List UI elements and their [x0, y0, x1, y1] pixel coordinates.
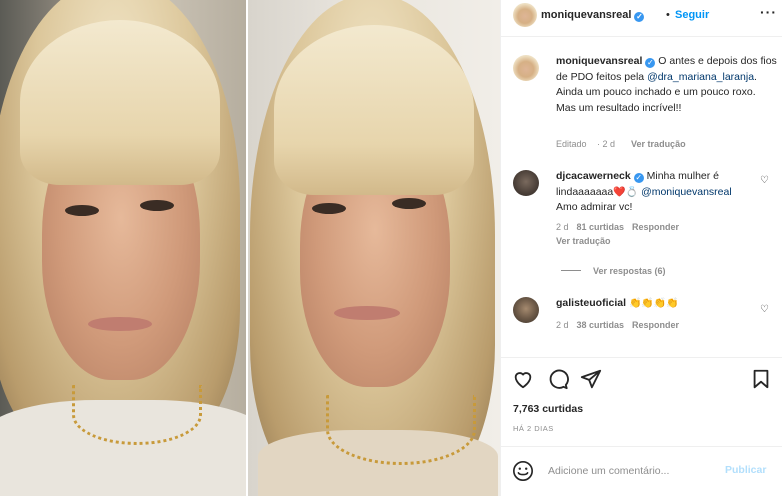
comment-like-heart-icon[interactable]: ♡: [760, 175, 769, 186]
comment-like-heart-icon[interactable]: ♡: [760, 304, 769, 315]
caption-username[interactable]: moniquevansreal: [556, 55, 642, 67]
comment-likes-count[interactable]: 81 curtidas: [577, 222, 625, 232]
verified-badge-icon: ✓: [633, 173, 644, 183]
comment-text-galisteuoficial: galisteuoficial 👏👏👏👏: [556, 296, 751, 312]
caption-text: moniquevansreal ✓ O antes e depois dos fi…: [556, 55, 777, 114]
follow-button[interactable]: Seguir: [675, 9, 709, 21]
post-photo[interactable]: [0, 0, 500, 496]
header-divider: [501, 36, 782, 37]
author-avatar[interactable]: [513, 3, 537, 27]
bookmark-icon[interactable]: [750, 368, 772, 390]
caption-translate-link[interactable]: Ver tradução: [631, 139, 686, 149]
clapping-emoji: 👏👏👏👏: [628, 298, 679, 309]
add-comment-input[interactable]: [548, 462, 718, 480]
actions-divider: [501, 357, 782, 358]
comment-reply-button[interactable]: Responder: [632, 222, 679, 232]
comment-meta-galisteuoficial: 2 d 38 curtidas Responder: [556, 320, 680, 330]
comment-reply-button[interactable]: Responder: [632, 320, 679, 330]
comment-avatar-galisteuoficial[interactable]: [513, 297, 539, 323]
separator-dot: •: [666, 9, 670, 21]
caption-avatar[interactable]: [513, 55, 539, 81]
author-username[interactable]: moniquevansreal ✓: [541, 9, 645, 22]
comment-translate-link[interactable]: Ver tradução: [556, 236, 619, 246]
post-timestamp[interactable]: HÁ 2 DIAS: [513, 424, 554, 433]
before-photo: [0, 0, 246, 496]
caption-mention[interactable]: @dra_mariana_laranja: [647, 71, 754, 83]
more-horizontal-icon[interactable]: ···: [760, 4, 777, 20]
heart-ring-emoji: ❤️💍: [613, 186, 639, 198]
verified-badge-icon: ✓: [634, 12, 645, 22]
share-icon[interactable]: [580, 368, 602, 390]
comment-avatar-djcacawerneck[interactable]: [513, 170, 539, 196]
publish-button[interactable]: Publicar: [725, 464, 766, 476]
comment-username[interactable]: galisteuoficial: [556, 297, 626, 309]
heart-icon[interactable]: [512, 368, 534, 390]
comment-username[interactable]: djcacawerneck: [556, 170, 631, 182]
verified-badge-icon: ✓: [645, 58, 656, 68]
comment-text-djcacawerneck: djcacawerneck ✓ Minha mulher é lindaaaaaa…: [556, 170, 732, 213]
likes-count[interactable]: 7,763 curtidas: [513, 403, 583, 415]
comment-meta-djcacawerneck: 2 d 81 curtidas Responder: [556, 222, 680, 232]
comment-box-divider: [501, 446, 782, 447]
comment-icon[interactable]: [547, 368, 569, 390]
comment-likes-count[interactable]: 38 curtidas: [577, 320, 625, 330]
after-photo: [248, 0, 500, 496]
instagram-post: moniquevansreal ✓ • Seguir ··· moniquevan…: [0, 0, 782, 496]
comment-mention[interactable]: @moniquevansreal: [641, 186, 732, 198]
view-replies-button[interactable]: Ver respostas (6): [561, 266, 666, 276]
emoji-picker-icon[interactable]: [512, 460, 534, 482]
caption-meta: Editado · 2 d Ver tradução: [556, 139, 686, 149]
